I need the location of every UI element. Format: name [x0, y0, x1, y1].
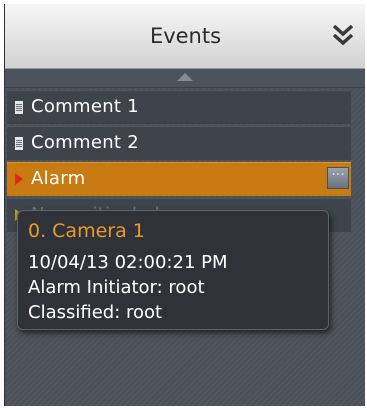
tooltip-timestamp: 10/04/13 02:00:21 PM [28, 252, 228, 273]
event-label: Comment 2 [31, 132, 140, 153]
event-label: Comment 1 [31, 96, 140, 117]
scroll-up-button[interactable] [5, 69, 365, 88]
event-item-alarm[interactable]: Alarm ··· [7, 162, 351, 196]
event-tooltip: 0. Camera 1 10/04/13 02:00:21 PM Alarm I… [17, 210, 329, 330]
event-item-comment-2[interactable]: Comment 2 [7, 126, 351, 160]
tooltip-camera-title: 0. Camera 1 [28, 220, 145, 242]
event-item-comment-1[interactable]: Comment 1 [7, 90, 351, 124]
arrow-up-icon [177, 73, 193, 81]
note-icon [15, 137, 23, 150]
panel-title: Events [149, 24, 222, 48]
arrow-right-icon [15, 173, 23, 185]
tooltip-classified: Classified: root [28, 302, 163, 323]
events-panel: Events Comment 1 Comment 2 Alarm ··· 0. … [4, 4, 365, 406]
tooltip-initiator: Alarm Initiator: root [28, 277, 205, 298]
chevron-double-down-icon [332, 24, 354, 46]
collapse-button[interactable] [328, 20, 358, 50]
message-icon: ··· [331, 167, 345, 183]
event-label: Alarm [31, 168, 86, 189]
note-icon [15, 101, 23, 114]
panel-header: Events [5, 4, 365, 69]
message-button[interactable]: ··· [327, 167, 349, 189]
